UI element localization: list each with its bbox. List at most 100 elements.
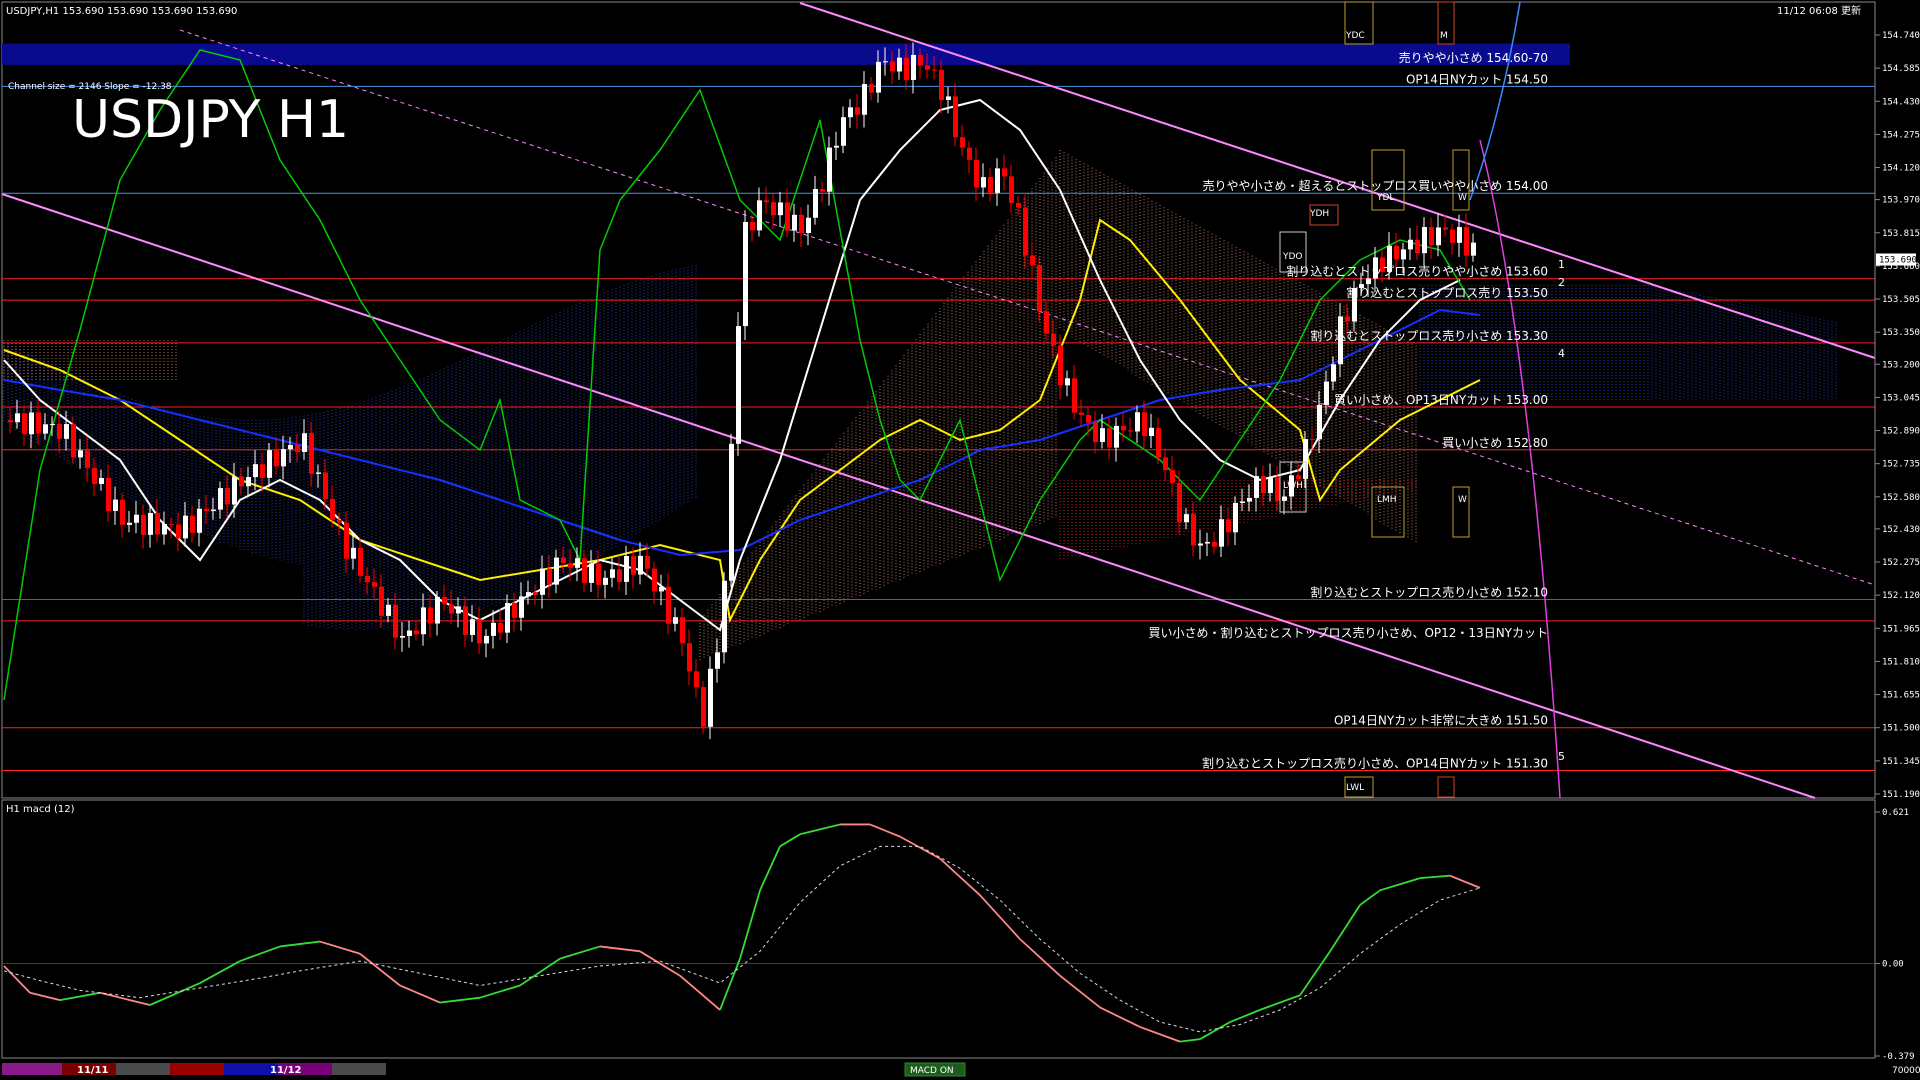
macd-tick-label: -0.379 [1882,1052,1915,1062]
candle-body [1443,227,1448,230]
macd-main-line [759,846,781,891]
candle-body [8,420,13,423]
candle-body [1415,239,1420,254]
macd-main-line [779,833,801,848]
candle-body [400,635,405,638]
candle-body [113,499,118,511]
candle-body [169,524,174,526]
candle-body [1226,519,1231,533]
candle-body [554,557,559,585]
candle-body [1205,541,1210,544]
candle-body [792,214,797,231]
candle-body [561,557,566,564]
candle-body [1016,202,1021,208]
reference-box-label: M [1440,31,1448,41]
candle-body [715,652,720,669]
candle-body [1268,477,1273,493]
candle-body [1170,470,1175,483]
candle-body [176,524,181,539]
macd-main-line [1419,874,1451,880]
candle-body [666,586,671,624]
price-tick-label: 151.190 [1882,790,1920,800]
candle-body [148,512,153,535]
candle-body [225,488,230,505]
candle-body [1233,502,1238,533]
candle-body [603,577,608,585]
price-level-label: 買い小さめ・割り込むとストップロス売り小さめ、OP12・13日NYカット [1148,625,1548,640]
candle-body [967,147,972,160]
candle-body [50,423,55,425]
macd-main-line [1379,877,1421,892]
candle-body [1051,333,1056,346]
macd-main-line [239,945,281,962]
channel-lower-line[interactable] [1,193,1816,799]
macd-main-line [1329,904,1361,952]
price-tick-label: 154.120 [1882,164,1920,174]
candle-body [1121,425,1126,431]
candle-body [190,515,195,533]
macd-main-line [1059,975,1101,1009]
macd-badge[interactable]: MACD ON [910,1066,954,1076]
candle-body [239,476,244,487]
candle-body [1107,428,1112,448]
candle-body [316,472,321,474]
candle-body [1142,412,1147,436]
reference-box-label: LMH [1377,495,1397,505]
candle-body [379,586,384,616]
candle-body [1324,381,1329,405]
candle-body [897,57,902,72]
candle-body [589,563,594,583]
candle-body [925,65,930,70]
candle-body [939,69,944,101]
candle-body [92,467,97,484]
price-tick-label: 153.350 [1882,328,1920,338]
price-tick-label: 151.810 [1882,657,1920,667]
candle-body [1408,239,1413,250]
candle-body [708,668,713,727]
candle-body [85,450,90,468]
macd-main-line [939,857,981,896]
candle-body [260,464,265,478]
candle-body [1114,425,1119,448]
candle-body [645,555,650,569]
candle-body [232,476,237,505]
candle-body [267,450,272,478]
candle-body [1219,519,1224,547]
price-tick-label: 152.735 [1882,460,1920,470]
candle-body [1191,514,1196,546]
macd-tick-label: 0.00 [1882,960,1904,970]
candle-body [1044,311,1049,334]
candle-body [1471,242,1476,256]
channel-mid-line[interactable] [179,29,1876,586]
candle-body [848,107,853,118]
candle-body [407,630,412,636]
reference-box [1437,776,1455,798]
candle-body [1037,265,1042,312]
candle-body [918,54,923,66]
price-tick-label: 152.890 [1882,427,1920,437]
macd-tick-label: 0.621 [1882,808,1909,818]
candle-body [1282,496,1287,501]
update-datetime: 11/12 06:08 更新 [1777,4,1861,17]
candle-body [638,555,643,575]
volume-label: 70000 [1892,1066,1920,1076]
macd-main-line [599,945,641,953]
candle-body [1429,227,1434,246]
macd-main-line [1449,874,1481,889]
candle-body [491,622,496,636]
candle-body [302,433,307,452]
wave-number-marker: 2 [1558,276,1565,289]
candle-body [183,515,188,539]
candle-body [988,177,993,193]
price-level-label: OP14日NYカット 154.50 [1406,72,1548,86]
moving-average-yellow [3,218,1481,624]
candle-body [421,607,426,635]
price-tick-label: 153.045 [1882,393,1920,403]
chart-canvas[interactable]: YDC YDH YDO YDL LWH LMH LWL W W M 1 2 4 5 売りやや小さめ 154… [0,0,1920,1080]
candle-body [78,450,83,458]
candle-body [197,508,202,533]
candle-body [1240,501,1245,503]
candle-body [687,643,692,672]
moving-average-blue [3,308,1481,557]
candle-body [330,499,335,520]
